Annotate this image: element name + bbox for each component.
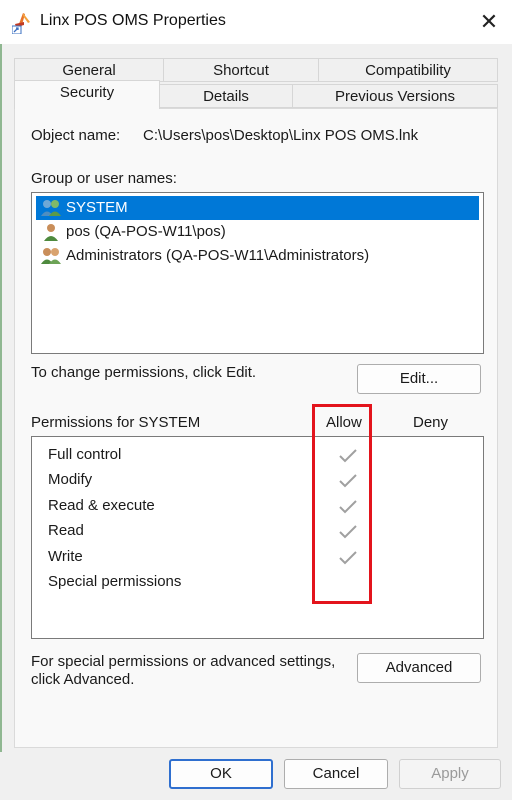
tab-general[interactable]: General (14, 58, 164, 82)
deny-column-header: Deny (413, 414, 449, 431)
apply-button[interactable]: Apply (399, 759, 501, 789)
close-icon: ✕ (479, 9, 499, 34)
group-users-icon (41, 248, 61, 264)
list-item-system[interactable]: SYSTEM (36, 196, 479, 220)
object-name-label: Object name: (31, 127, 121, 144)
tab-compatibility[interactable]: Compatibility (318, 58, 498, 82)
advanced-hint-line1: For special permissions or advanced sett… (31, 653, 336, 670)
user-icon (44, 224, 58, 241)
permission-row: Write (48, 548, 83, 565)
edit-button[interactable]: Edit... (357, 364, 481, 394)
permissions-for-label: Permissions for SYSTEM (31, 414, 201, 431)
permission-row: Modify (48, 471, 93, 488)
title-bar: Linx POS OMS Properties ✕ (0, 0, 512, 44)
object-name-value: C:\Users\pos\Desktop\Linx POS OMS.lnk (143, 127, 419, 144)
allow-column-highlight (312, 404, 372, 604)
permissions-list: Full control Modify Read & execute Read … (31, 436, 484, 639)
user-name: SYSTEM (66, 199, 128, 216)
permission-row: Special permissions (48, 573, 182, 590)
advanced-button[interactable]: Advanced (357, 653, 481, 683)
window-title: Linx POS OMS Properties (40, 12, 226, 29)
background-window-edge (0, 44, 2, 800)
cancel-button[interactable]: Cancel (284, 759, 388, 789)
shortcut-app-icon (12, 13, 30, 34)
permission-row: Full control (48, 446, 122, 463)
close-button[interactable]: ✕ (466, 0, 512, 44)
tab-details[interactable]: Details (159, 84, 293, 108)
user-list[interactable]: SYSTEM pos (QA-POS-W11\pos) Administrato… (31, 192, 484, 354)
permission-row: Read & execute (48, 497, 155, 514)
group-users-icon (41, 200, 61, 216)
user-name: pos (QA-POS-W11\pos) (66, 223, 226, 240)
group-names-label: Group or user names: (31, 170, 177, 187)
permission-row: Read (48, 522, 84, 539)
advanced-hint-line2: click Advanced. (31, 671, 135, 688)
tab-previous-versions[interactable]: Previous Versions (292, 84, 498, 108)
list-item-pos[interactable]: pos (QA-POS-W11\pos) (36, 220, 479, 244)
list-item-administrators[interactable]: Administrators (QA-POS-W11\Administrator… (36, 244, 479, 268)
tab-security[interactable]: Security (14, 80, 160, 109)
user-name: Administrators (QA-POS-W11\Administrator… (66, 247, 370, 264)
ok-button[interactable]: OK (169, 759, 273, 789)
change-permissions-hint: To change permissions, click Edit. (31, 364, 257, 381)
tab-shortcut[interactable]: Shortcut (163, 58, 319, 82)
